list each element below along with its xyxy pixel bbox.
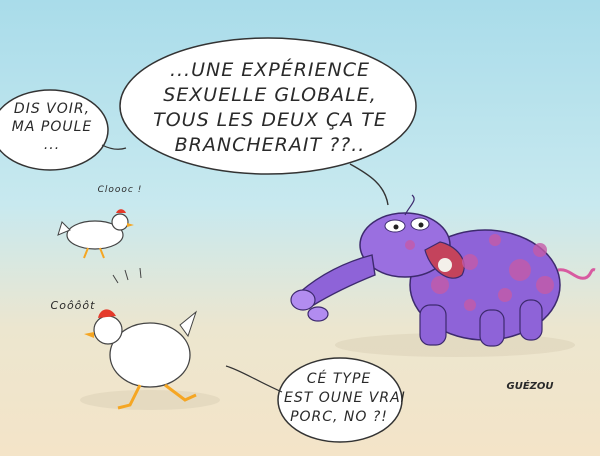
speech-line: DIS VOIR, (13, 101, 91, 117)
hen-bottom (84, 267, 198, 410)
speech-line: CÉ TYPE (306, 371, 372, 387)
speech-line: PORC, NO ?! (290, 409, 388, 425)
hen-top (57, 209, 134, 259)
speech-line: SEXUELLE GLOBALE, (163, 84, 377, 106)
sound-effect-cloooc: Cloooc ! (97, 185, 143, 195)
speech-line: ...UNE EXPÉRIENCE (169, 59, 371, 81)
speech-left-text: DIS VOIR, MA POULE ... (0, 100, 104, 154)
artist-signature: GUÉZOU (506, 381, 554, 392)
speech-line: ... (43, 137, 61, 153)
speech-bubble-main-tail (349, 163, 389, 206)
speech-bubble-right-tail (225, 365, 283, 393)
cartoon-scene: ...UNE EXPÉRIENCE SEXUELLE GLOBALE, TOUS… (0, 0, 600, 456)
speech-line: BRANCHERAIT ??.. (174, 134, 366, 156)
speech-bubble-left-tail (101, 144, 127, 150)
speech-main-text: ...UNE EXPÉRIENCE SEXUELLE GLOBALE, TOUS… (140, 58, 400, 158)
speech-right-text: CÉ TYPE EST OUNE VRAI PORC, NO ?! (284, 370, 406, 427)
purple-pig-character (290, 194, 596, 347)
ground-shadow-hen-bottom (80, 390, 220, 410)
sound-effect-cooot: Coôôôt (50, 299, 96, 312)
speech-line: EST OUNE VRAI (284, 390, 406, 406)
speech-line: MA POULE (11, 119, 93, 135)
speech-line: TOUS LES DEUX ÇA TE (153, 109, 387, 131)
